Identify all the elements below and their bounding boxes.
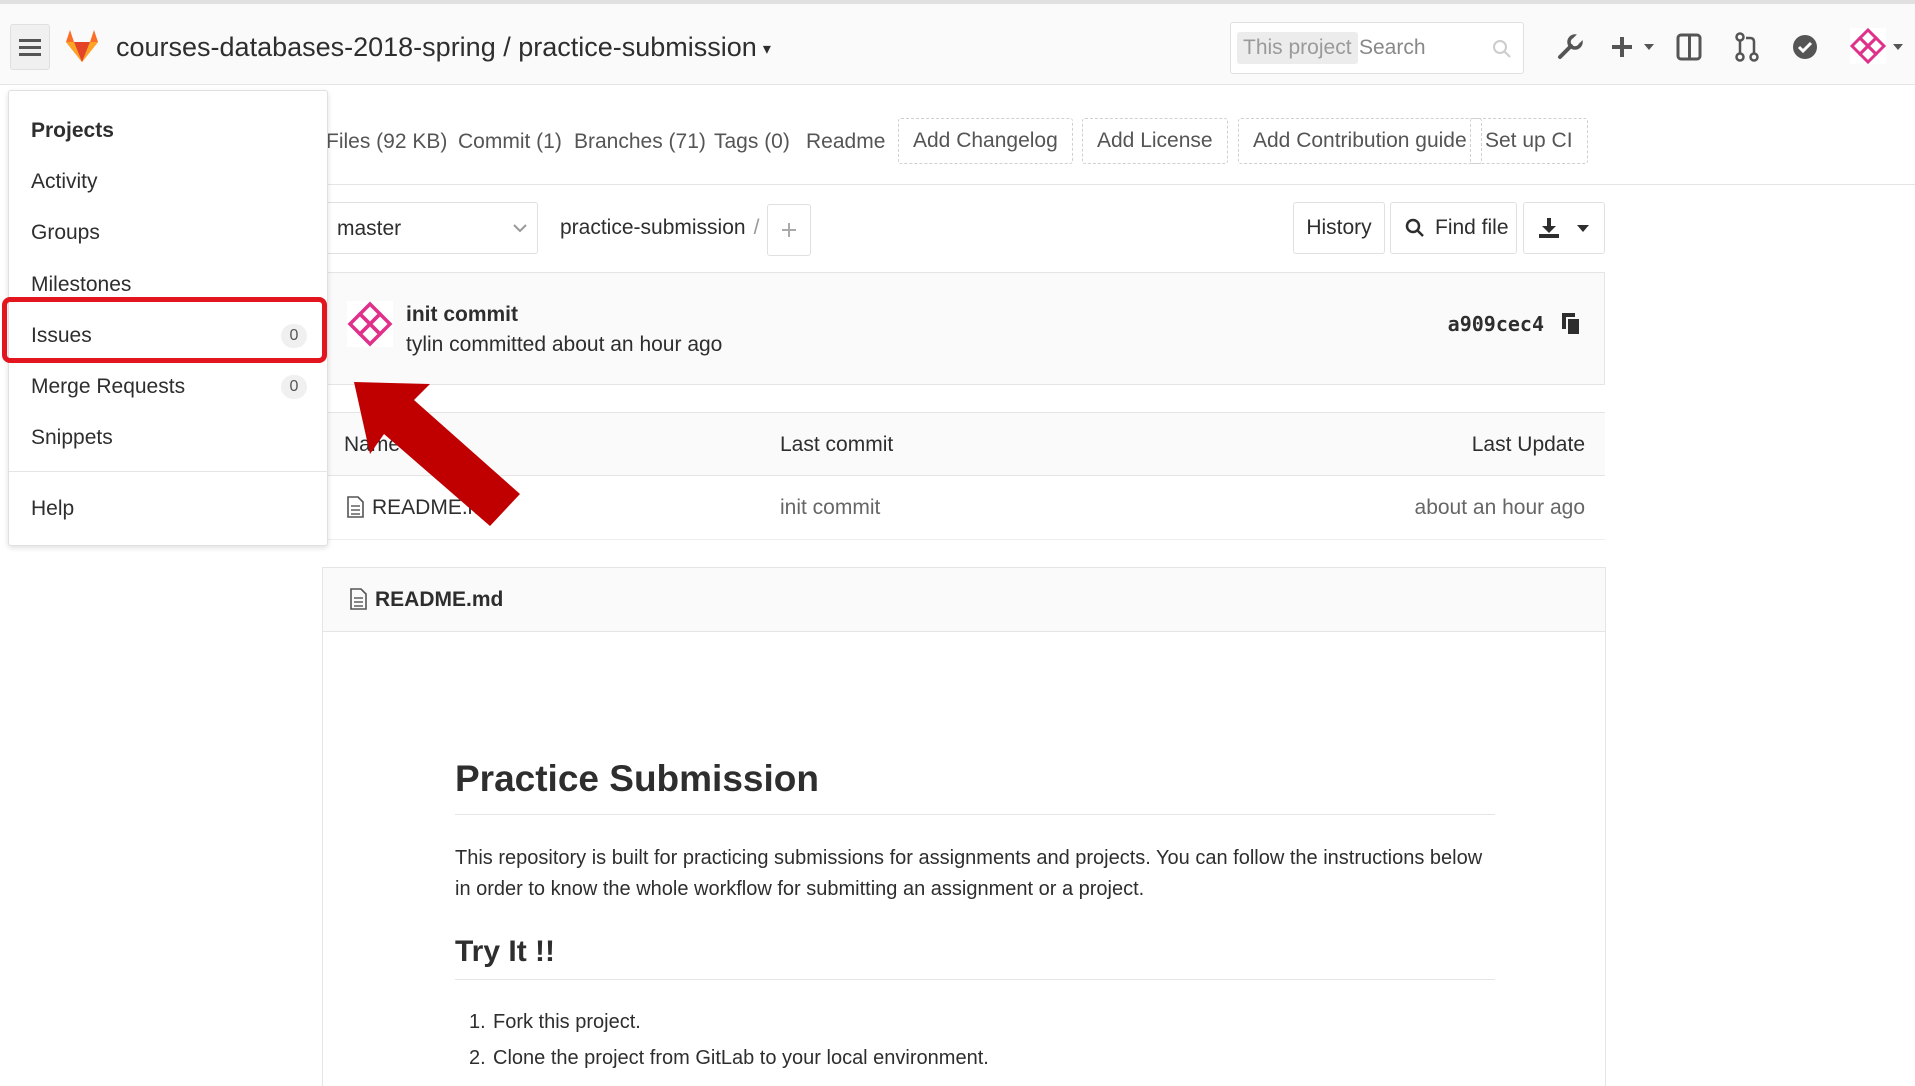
history-button[interactable]: History — [1293, 202, 1385, 254]
branch-name: master — [337, 217, 402, 240]
dropdown-item-groups[interactable]: Groups — [9, 209, 329, 255]
branch-select[interactable]: master — [326, 202, 538, 254]
tree-root-link[interactable]: practice-submission — [560, 216, 746, 239]
col-last-update: Last Update — [1471, 433, 1585, 456]
dropdown-item-help[interactable]: Help — [9, 485, 329, 531]
chevron-down-icon — [1644, 44, 1654, 50]
readme-filename[interactable]: README.md — [375, 588, 503, 612]
commit-sha[interactable]: a909cec4 — [1448, 312, 1544, 336]
add-contribution-guide-button[interactable]: Add Contribution guide — [1238, 118, 1482, 164]
project-title-text: courses-databases-2018-spring / practice… — [116, 32, 757, 62]
file-last-update: about an hour ago — [1414, 496, 1585, 519]
path-separator: / — [753, 216, 760, 239]
readme-subheading: Try It !! — [455, 935, 1495, 980]
project-title[interactable]: courses-databases-2018-spring / practice… — [116, 32, 771, 63]
commit-author-avatar[interactable] — [347, 301, 393, 347]
hamburger-menu-button[interactable] — [10, 24, 50, 70]
download-dropdown-button[interactable] — [1523, 202, 1605, 254]
readme-paragraph: This repository is built for practicing … — [455, 847, 1483, 900]
add-changelog-button[interactable]: Add Changelog — [898, 118, 1073, 164]
dropdown-item-projects[interactable]: Projects — [9, 107, 329, 153]
dropdown-item-label: Snippets — [31, 426, 113, 449]
history-label: History — [1306, 216, 1372, 239]
readme-steps-list: 1. Fork this project. 2. Clone the project… — [455, 1004, 1495, 1076]
dropdown-item-merge-requests[interactable]: Merge Requests 0 — [9, 363, 329, 409]
project-stats-bar: Files (92 KB) Commit (1) Branches (71) T… — [270, 88, 1915, 185]
last-commit-panel: init commit tylin committed about an hou… — [324, 272, 1605, 385]
find-file-button[interactable]: Find file — [1390, 202, 1517, 254]
readme-header: README.md — [323, 568, 1605, 632]
list-item: 2. Clone the project from GitLab to your … — [455, 1040, 1495, 1076]
list-number: 1. — [469, 1011, 486, 1033]
wrench-icon — [1558, 33, 1584, 59]
gitlab-logo-icon[interactable] — [62, 26, 102, 66]
col-last-commit: Last commit — [780, 433, 894, 456]
readme-content: Practice Submission This repository is b… — [455, 758, 1495, 1076]
stat-commits[interactable]: Commit (1) — [458, 130, 562, 154]
list-number: 2. — [469, 1047, 486, 1069]
list-text: Fork this project. — [493, 1011, 641, 1033]
dropdown-item-activity[interactable]: Activity — [9, 158, 329, 204]
new-item-button[interactable] — [1605, 30, 1639, 64]
dropdown-item-label: Milestones — [31, 273, 132, 296]
search-scope-badge[interactable]: This project — [1237, 32, 1358, 64]
top-navbar: courses-databases-2018-spring / practice… — [0, 0, 1915, 85]
chevron-down-icon — [513, 224, 527, 233]
chevron-down-icon — [1577, 225, 1589, 232]
avatar-icon — [1850, 28, 1886, 64]
dropdown-item-snippets[interactable]: Snippets — [9, 414, 329, 460]
hamburger-icon — [19, 39, 41, 56]
chevron-down-icon — [1893, 44, 1903, 50]
search-icon — [1493, 40, 1511, 58]
find-file-label: Find file — [1435, 216, 1509, 239]
issues-highlight-annotation — [2, 297, 327, 363]
readme-panel: README.md Practice Submission This repos… — [322, 567, 1606, 1086]
search-icon — [1405, 218, 1424, 237]
dropdown-item-label: Help — [31, 497, 75, 520]
plus-icon — [782, 223, 796, 237]
dropdown-item-label: Merge Requests — [31, 375, 186, 398]
sidebar-icon — [1676, 33, 1702, 61]
merge-requests-nav-button[interactable] — [1730, 30, 1764, 64]
search-input[interactable]: Search — [1359, 32, 1426, 64]
copy-icon[interactable] — [1560, 311, 1582, 337]
sidebar-toggle-button[interactable] — [1672, 30, 1706, 64]
dropdown-divider — [9, 471, 329, 472]
search-box[interactable]: This project Search — [1230, 22, 1524, 74]
chevron-down-icon: ▾ — [762, 40, 771, 58]
dropdown-item-label: Groups — [31, 221, 100, 244]
stat-tags[interactable]: Tags (0) — [714, 130, 790, 154]
stat-files[interactable]: Files (92 KB) — [326, 130, 447, 154]
dropdown-item-label: Activity — [31, 170, 98, 193]
add-license-button[interactable]: Add License — [1082, 118, 1228, 164]
commit-meta: tylin committed about an hour ago — [406, 333, 723, 356]
merge-request-icon — [1735, 32, 1759, 62]
plus-icon — [1612, 37, 1632, 57]
tree-breadcrumb: practice-submission / — [560, 216, 759, 240]
commit-title[interactable]: init commit — [406, 303, 518, 327]
file-last-commit[interactable]: init commit — [780, 496, 880, 520]
red-arrow-annotation — [354, 382, 520, 526]
stat-branches[interactable]: Branches (71) — [574, 130, 706, 154]
list-text: Clone the project from GitLab to your lo… — [493, 1047, 989, 1069]
download-icon — [1539, 218, 1559, 238]
todo-check-icon — [1793, 35, 1817, 59]
add-to-tree-button[interactable] — [767, 204, 811, 256]
stat-readme[interactable]: Readme — [806, 130, 885, 154]
readme-heading: Practice Submission — [455, 758, 1495, 815]
list-item: 1. Fork this project. — [455, 1004, 1495, 1040]
set-up-ci-button[interactable]: Set up CI — [1470, 118, 1588, 164]
merge-requests-count-badge: 0 — [281, 375, 307, 399]
dropdown-item-label: Projects — [31, 119, 114, 142]
admin-wrench-button[interactable] — [1553, 30, 1587, 64]
file-icon — [350, 588, 367, 610]
todos-button[interactable] — [1788, 30, 1822, 64]
user-avatar-button[interactable] — [1848, 26, 1888, 66]
